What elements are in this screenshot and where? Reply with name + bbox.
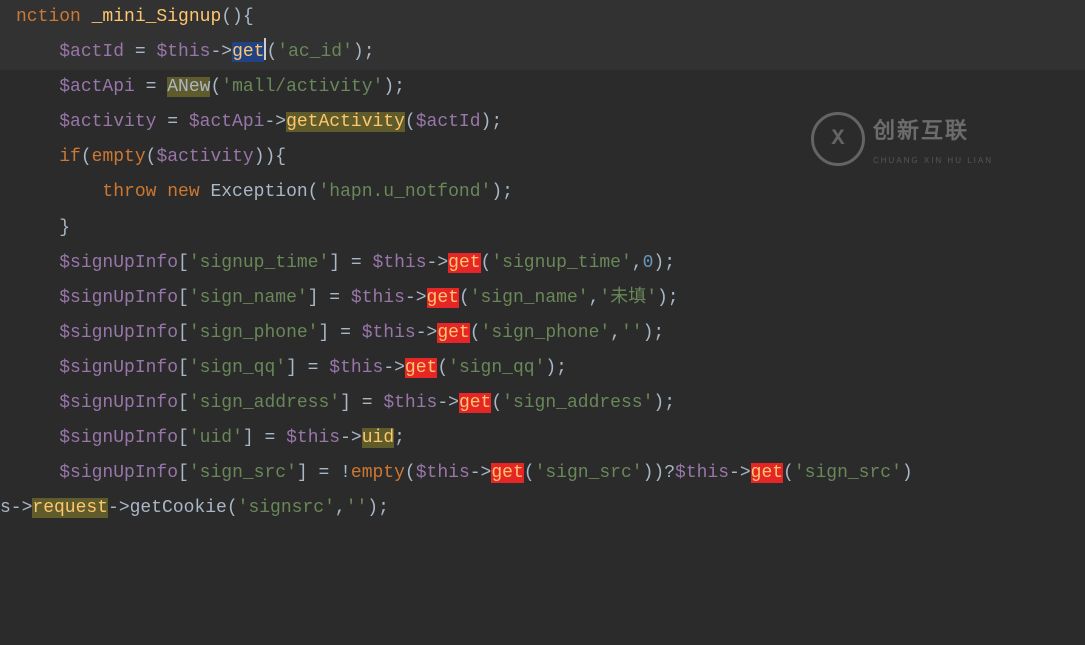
hl-get: get <box>437 323 469 343</box>
hl-get: get <box>427 288 459 308</box>
code-line[interactable]: $signUpInfo['sign_name'] = $this->get('s… <box>0 281 1085 316</box>
hl-get: get <box>405 358 437 378</box>
code-line[interactable]: $signUpInfo['signup_time'] = $this->get(… <box>0 246 1085 281</box>
hl-uid: uid <box>362 428 394 448</box>
hl-get: get <box>448 253 480 273</box>
code-line[interactable]: $signUpInfo['uid'] = $this->uid; <box>0 421 1085 456</box>
code-editor[interactable]: X 创新互联 CHUANG XIN HU LIAN nction _mini_S… <box>0 0 1085 645</box>
code-line[interactable]: throw new Exception('hapn.u_notfond'); <box>0 175 1085 210</box>
code-line[interactable]: $actApi = ANew('mall/activity'); <box>0 70 1085 105</box>
hl-get: get <box>491 463 523 483</box>
hl-getactivity: getActivity <box>286 112 405 132</box>
hl-get: get <box>459 393 491 413</box>
watermark-sub: CHUANG XIN HU LIAN <box>873 153 993 169</box>
code-line[interactable]: $actId = $this->get('ac_id'); <box>0 35 1085 70</box>
code-line[interactable]: nction _mini_Signup(){ <box>0 0 1085 35</box>
code-line[interactable]: $signUpInfo['sign_src'] = !empty($this->… <box>0 456 1085 491</box>
code-line[interactable]: } <box>0 211 1085 246</box>
watermark-brand: 创新互联 <box>873 110 993 153</box>
watermark: X 创新互联 CHUANG XIN HU LIAN <box>811 110 993 168</box>
hl-anew: ANew <box>167 77 210 97</box>
code-line[interactable]: $signUpInfo['sign_address'] = $this->get… <box>0 386 1085 421</box>
hl-request: request <box>32 498 108 518</box>
code-line[interactable]: s->request->getCookie('signsrc',''); <box>0 491 1085 526</box>
watermark-logo-icon: X <box>811 112 865 166</box>
code-line[interactable]: $signUpInfo['sign_qq'] = $this->get('sig… <box>0 351 1085 386</box>
hl-get: get <box>751 463 783 483</box>
code-line[interactable]: $signUpInfo['sign_phone'] = $this->get('… <box>0 316 1085 351</box>
selected-get: get <box>232 42 264 62</box>
